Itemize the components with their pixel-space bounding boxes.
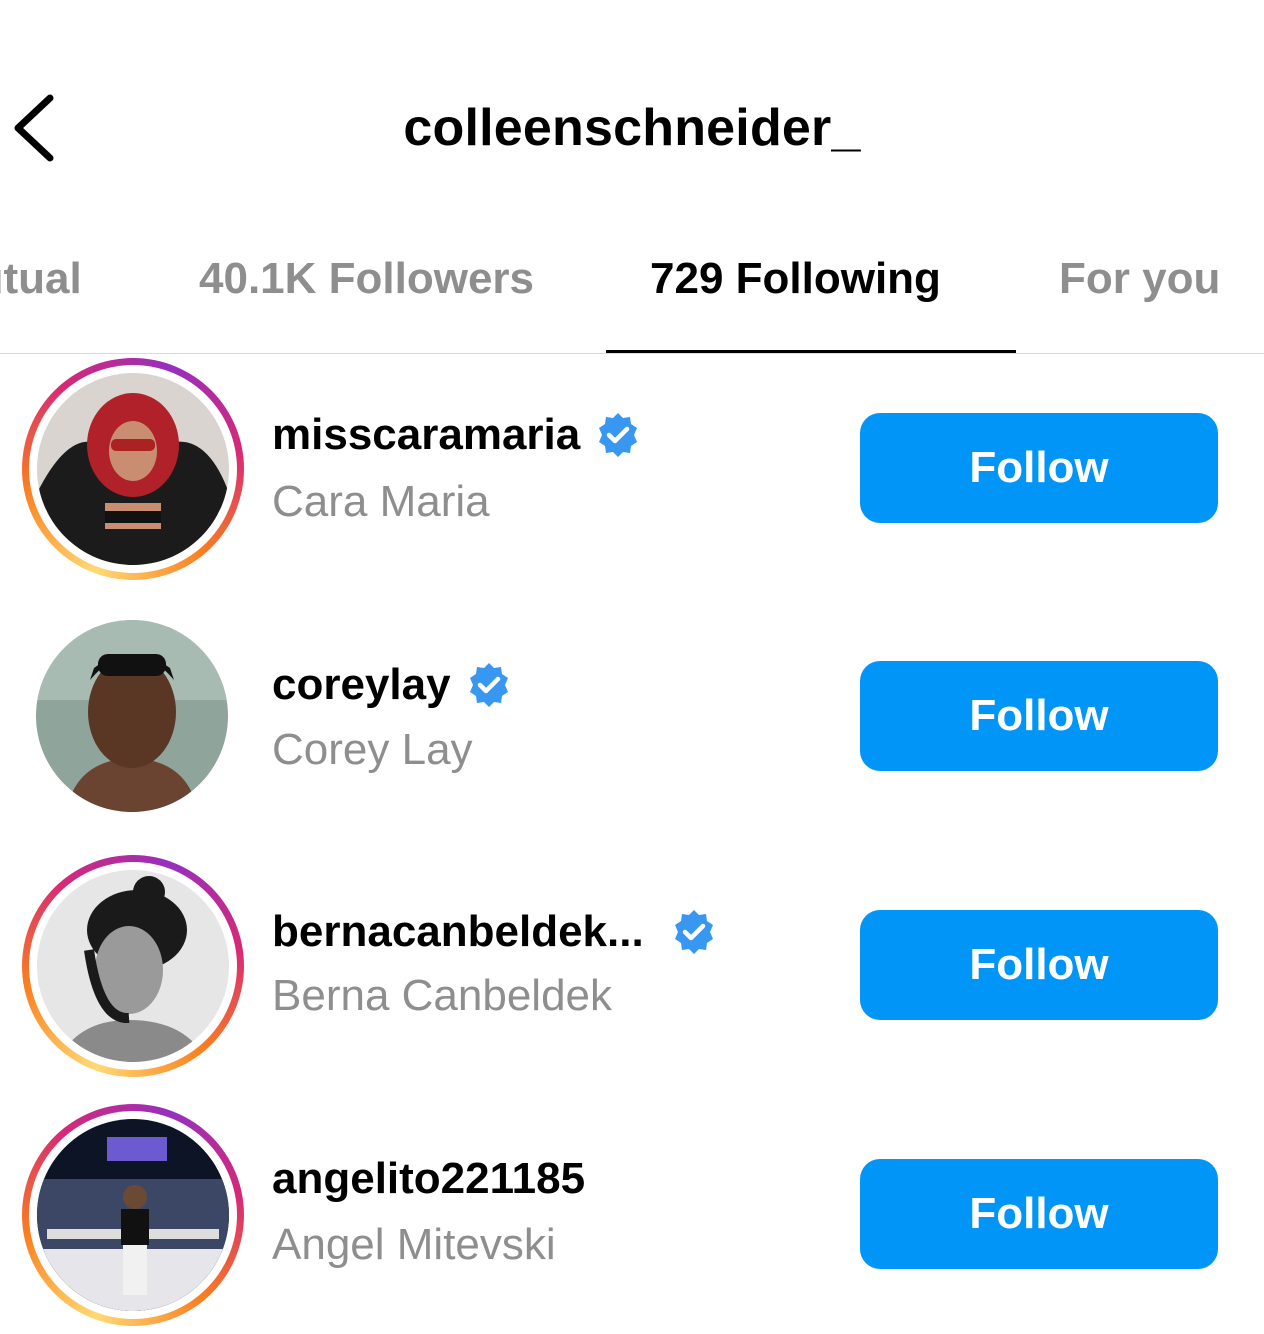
avatar[interactable] (22, 606, 244, 828)
active-tab-indicator (606, 350, 1016, 353)
avatar-image (37, 1119, 229, 1311)
follow-button[interactable]: Follow (860, 413, 1218, 523)
tab-for-you[interactable]: For you (1059, 254, 1220, 304)
full-name: Berna Canbeldek (272, 971, 613, 1020)
list-item: angelito221185 Angel Mitevski Follow (0, 1101, 1264, 1331)
verified-badge-icon (674, 910, 713, 954)
avatar-image (37, 870, 229, 1062)
username[interactable]: misscaramaria (272, 408, 580, 462)
follow-button[interactable]: Follow (860, 661, 1218, 771)
avatar[interactable] (22, 358, 244, 580)
full-name: Corey Lay (272, 725, 473, 774)
list-item: misscaramaria Cara Maria Follow (0, 355, 1264, 585)
list-item: bernacanbeldek... Berna Canbeldek Follow (0, 852, 1264, 1082)
username-line: misscaramaria (272, 405, 642, 465)
tab-mutual[interactable]: Mutual (0, 254, 82, 304)
full-name: Angel Mitevski (272, 1220, 556, 1269)
tab-following[interactable]: 729 Following (650, 254, 941, 304)
tab-followers[interactable]: 40.1K Followers (199, 254, 534, 304)
header: colleenschneider_ (0, 0, 1264, 200)
follow-button[interactable]: Follow (860, 910, 1218, 1020)
username[interactable]: angelito221185 (272, 1152, 585, 1206)
page-title: colleenschneider_ (403, 99, 861, 157)
avatar[interactable] (22, 855, 244, 1077)
verified-badge-icon (469, 663, 508, 707)
username-line: bernacanbeldek... (272, 902, 718, 962)
avatar-image (37, 373, 229, 565)
username-line: angelito221185 (272, 1149, 585, 1209)
avatar-image (36, 620, 228, 812)
verified-badge-icon (599, 413, 638, 457)
follow-button[interactable]: Follow (860, 1159, 1218, 1269)
avatar[interactable] (22, 1104, 244, 1326)
list-item: coreylay Corey Lay Follow (0, 603, 1264, 833)
username-line: coreylay (272, 655, 513, 715)
full-name: Cara Maria (272, 477, 490, 526)
tab-bar: Mutual 40.1K Followers 729 Following For… (0, 240, 1264, 354)
username[interactable]: bernacanbeldek... (272, 905, 644, 959)
username[interactable]: coreylay (272, 658, 451, 712)
